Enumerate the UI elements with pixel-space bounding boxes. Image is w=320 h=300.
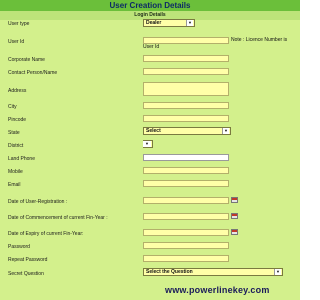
state-select[interactable]: Select ▼: [143, 127, 231, 135]
page-title: User Creation Details: [0, 0, 300, 11]
secret-question-label: Secret Question: [8, 271, 44, 277]
pincode-input[interactable]: [143, 115, 229, 122]
pincode-label: Pincode: [8, 117, 27, 123]
mobile-label: Mobile: [8, 169, 23, 175]
user-type-select[interactable]: Dealer ▼: [143, 19, 195, 27]
state-value: Select: [146, 128, 161, 134]
city-input[interactable]: [143, 102, 229, 109]
calendar-icon[interactable]: [231, 213, 238, 219]
user-id-label: User Id: [8, 39, 25, 45]
password-label: Password: [8, 244, 30, 250]
user-type-value: Dealer: [146, 20, 162, 26]
user-id-input[interactable]: [143, 37, 229, 44]
corporate-name-input[interactable]: [143, 55, 229, 62]
user-id-note: Note : Licence Number is: [231, 37, 288, 43]
registration-date-label: Date of User-Registration :: [8, 199, 68, 205]
email-label: Email: [8, 182, 21, 188]
secret-question-value: Select the Question: [146, 269, 193, 275]
corporate-name-label: Corporate Name: [8, 57, 45, 63]
calendar-icon[interactable]: [231, 229, 238, 235]
user-creation-form: User Creation Details Login Details User…: [0, 0, 300, 300]
repeat-password-input[interactable]: [143, 255, 229, 262]
user-id-note-continuation: User Id: [143, 44, 160, 50]
land-phone-label: Land Phone: [8, 156, 35, 162]
mobile-input[interactable]: [143, 167, 229, 174]
calendar-icon[interactable]: [231, 197, 238, 203]
expiry-date-input[interactable]: [143, 229, 229, 236]
secret-question-select[interactable]: Select the Question ▼: [143, 268, 283, 276]
commencement-date-label: Date of Commencement of current Fin-Year…: [8, 215, 108, 221]
land-phone-input[interactable]: [143, 154, 229, 161]
chevron-down-icon: ▼: [186, 20, 193, 26]
chevron-down-icon: ▼: [143, 141, 151, 147]
commencement-date-input[interactable]: [143, 213, 229, 220]
contact-person-input[interactable]: [143, 68, 229, 75]
address-textarea[interactable]: [143, 82, 229, 96]
email-input[interactable]: [143, 180, 229, 187]
chevron-down-icon: ▼: [274, 269, 281, 275]
city-label: City: [8, 104, 17, 110]
address-label: Address: [8, 88, 27, 94]
repeat-password-label: Repeat Password: [8, 257, 48, 263]
password-input[interactable]: [143, 242, 229, 249]
expiry-date-label: Date of Expiry of current Fin-Year:: [8, 231, 84, 237]
watermark: www.powerlinekey.com: [165, 285, 270, 295]
chevron-down-icon: ▼: [222, 128, 229, 134]
district-label: District: [8, 143, 24, 149]
district-select[interactable]: ▼: [143, 140, 153, 148]
registration-date-input[interactable]: [143, 197, 229, 204]
user-type-label: User type: [8, 21, 30, 27]
state-label: State: [8, 130, 20, 136]
contact-person-label: Contact Person/Name: [8, 70, 58, 76]
